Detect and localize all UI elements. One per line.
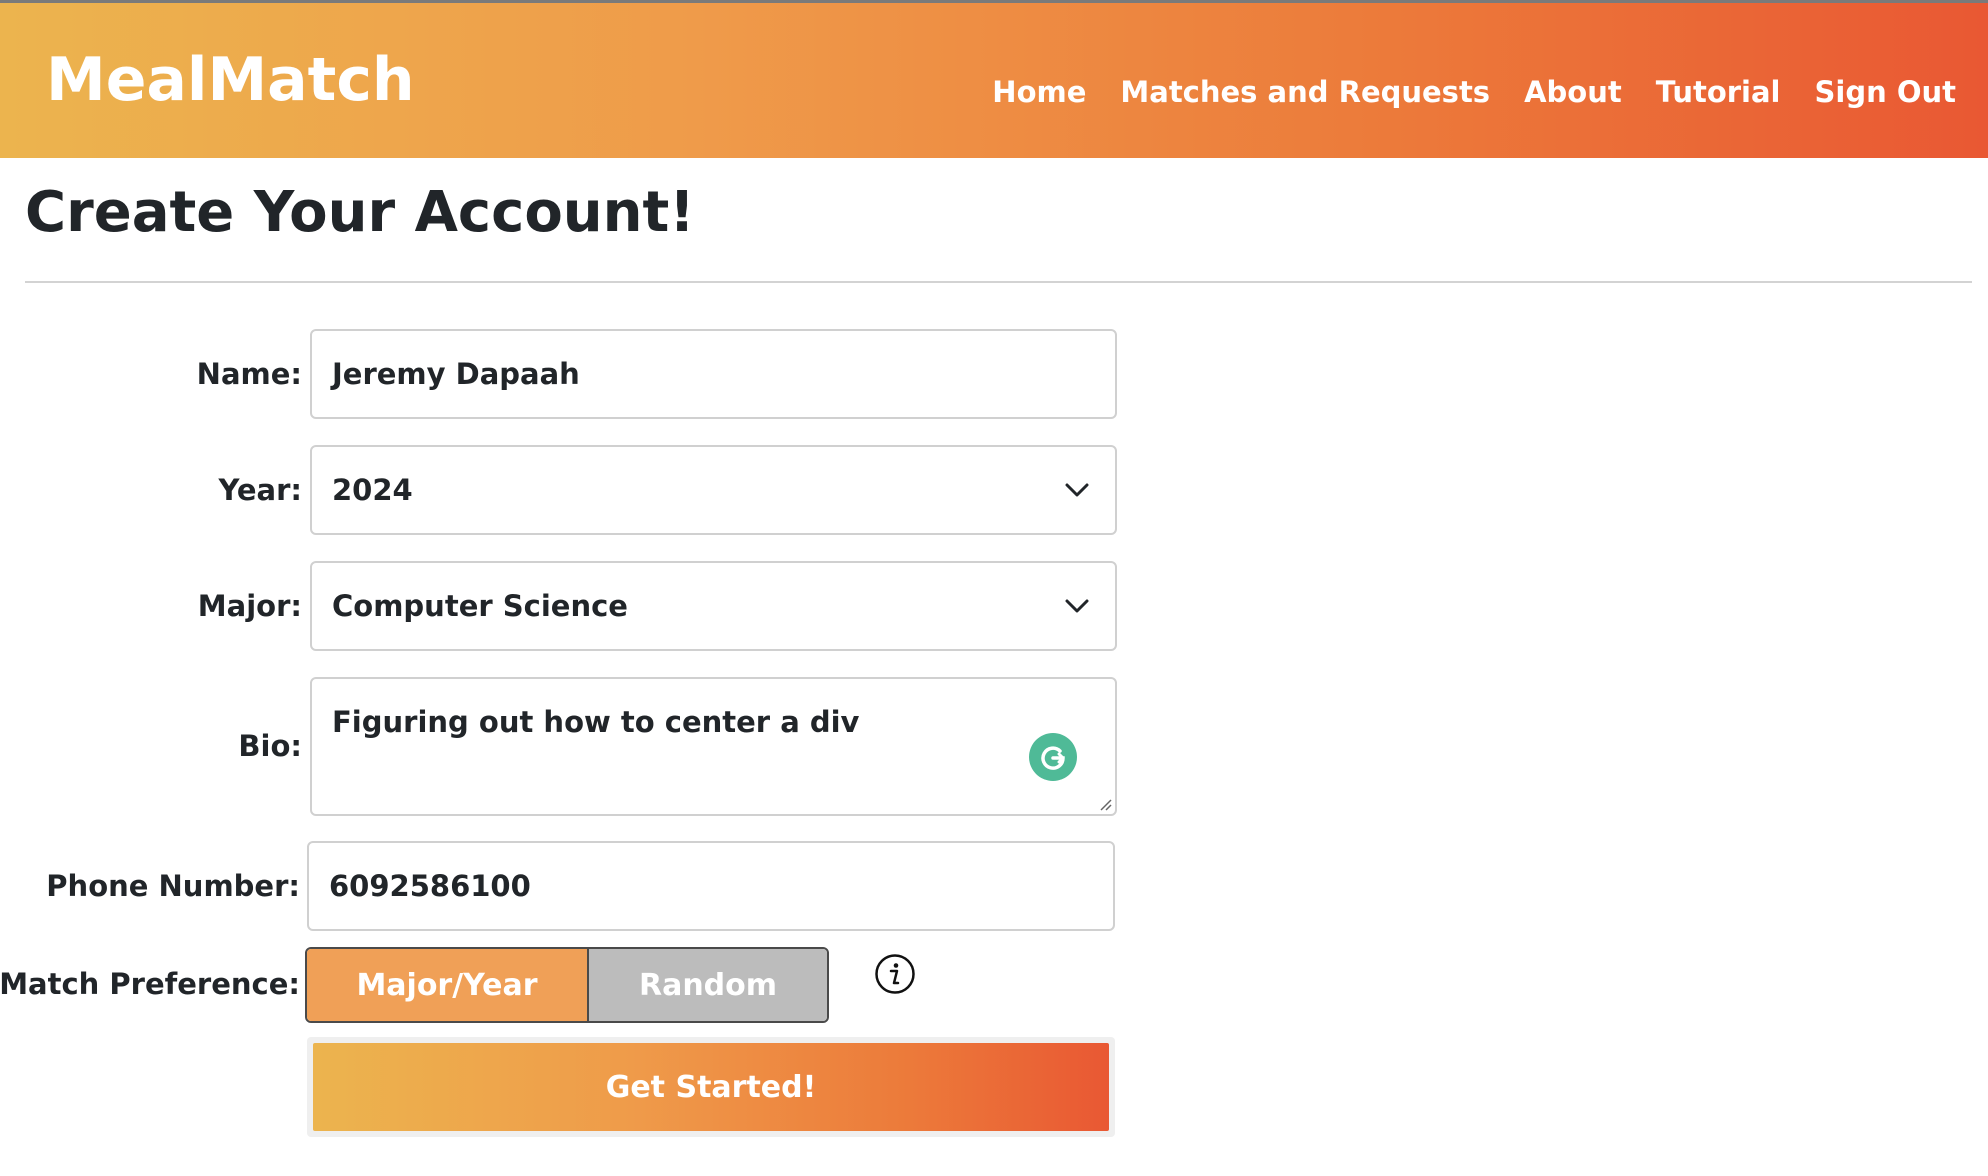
year-label: Year: [218,473,302,507]
name-label: Name: [196,357,302,391]
match-preference-label: Match Preference: [0,967,300,1001]
phone-input[interactable]: 6092586100 [307,841,1115,931]
match-option-major-year[interactable]: Major/Year [307,949,589,1021]
match-option-random[interactable]: Random [589,949,827,1021]
name-input[interactable]: Jeremy Dapaah [310,329,1117,419]
nav-signout-link[interactable]: Sign Out [1815,75,1957,109]
nav-home-link[interactable]: Home [992,75,1086,109]
info-icon[interactable] [874,953,916,995]
major-select[interactable]: Computer Science [310,561,1117,651]
brand-logo[interactable]: MealMatch [46,45,415,115]
chevron-down-icon [1065,599,1089,613]
phone-input-value: 6092586100 [329,869,531,903]
major-select-value: Computer Science [332,589,628,623]
top-navbar: MealMatch Home Matches and Requests Abou… [0,0,1988,158]
grammarly-icon[interactable] [1029,733,1077,781]
year-select[interactable]: 2024 [310,445,1117,535]
resize-handle-icon[interactable] [1098,797,1112,811]
phone-label: Phone Number: [46,869,300,903]
main-nav: Home Matches and Requests About Tutorial… [992,75,1956,109]
get-started-wrapper: Get Started! [307,1037,1115,1137]
major-label: Major: [197,589,302,623]
nav-about-link[interactable]: About [1524,75,1622,109]
bio-label: Bio: [238,729,302,763]
name-input-value: Jeremy Dapaah [332,357,580,391]
nav-tutorial-link[interactable]: Tutorial [1656,75,1781,109]
page-title: Create Your Account! [25,180,695,245]
bio-textarea[interactable]: Figuring out how to center a div [310,677,1117,816]
year-select-value: 2024 [332,473,413,507]
title-divider [25,281,1972,283]
nav-matches-link[interactable]: Matches and Requests [1120,75,1490,109]
bio-textarea-value: Figuring out how to center a div [332,705,860,739]
match-preference-toggle: Major/Year Random [305,947,829,1023]
grammarly-glyph-icon [1041,746,1065,770]
chevron-down-icon [1065,483,1089,497]
get-started-button[interactable]: Get Started! [313,1043,1109,1131]
